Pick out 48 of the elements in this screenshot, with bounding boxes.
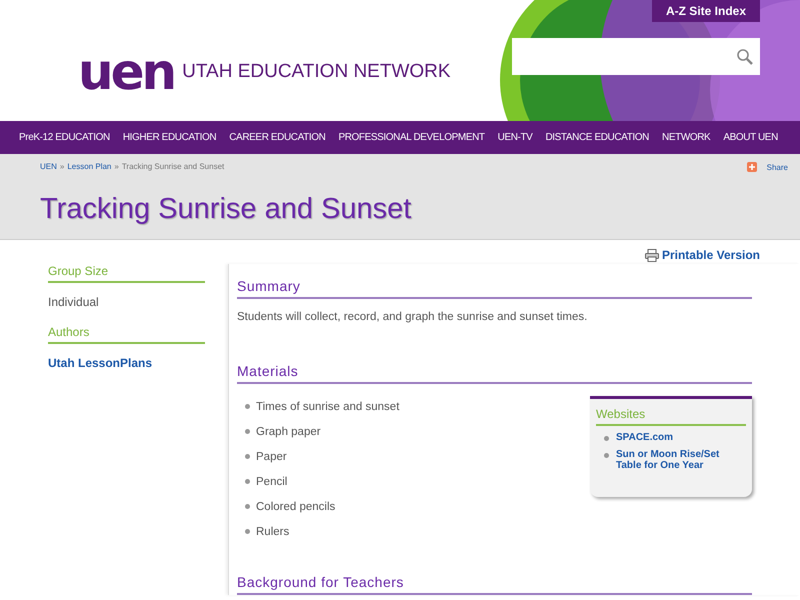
material-item: Graph paper: [256, 426, 321, 438]
bullet-icon: [604, 453, 609, 458]
sidebar-heading: Group Size: [48, 264, 205, 283]
section-heading: Background for Teachers: [237, 574, 752, 595]
nav-link[interactable]: HIGHER EDUCATION: [122, 132, 216, 143]
material-item: Paper: [256, 450, 287, 462]
breadcrumb-current: Tracking Sunrise and Sunset: [122, 162, 224, 172]
nav-link[interactable]: UEN-TV: [498, 132, 532, 143]
material-item: Pencil: [256, 476, 288, 488]
printable-version-link[interactable]: Printable Version: [644, 248, 760, 262]
material-item: Colored pencils: [256, 500, 336, 512]
bullet-icon: [245, 529, 250, 534]
nav-link[interactable]: PROFESSIONAL DEVELOPMENT: [338, 132, 485, 143]
breadcrumb-link[interactable]: UEN: [40, 162, 57, 172]
bullet-icon: [604, 436, 609, 441]
search-icon[interactable]: [736, 48, 754, 66]
summary-text: Students will collect, record, and graph the sunrise and sunset times.: [237, 311, 588, 323]
website-link[interactable]: Sun or Moon Rise/Set Table for One Year: [616, 449, 746, 471]
author-link[interactable]: Utah LessonPlans: [48, 344, 205, 384]
printer-icon: [644, 248, 659, 262]
website-link[interactable]: SPACE.com: [616, 432, 674, 443]
section-heading: Summary: [237, 278, 752, 299]
sidebar-heading: Authors: [48, 325, 205, 344]
page-title: Tracking Sunrise and Sunset: [40, 192, 412, 226]
bullet-icon: [245, 454, 250, 459]
nav-link[interactable]: NETWORK: [662, 132, 710, 143]
bullet-icon: [245, 479, 250, 484]
material-item: Rulers: [256, 526, 290, 538]
site-name: UTAH EDUCATION NETWORK: [182, 60, 451, 82]
nav-link[interactable]: CAREER EDUCATION: [229, 132, 326, 143]
breadcrumb-separator: »: [114, 162, 119, 172]
bullet-icon: [245, 404, 250, 409]
bullet-icon: [245, 429, 250, 434]
logo-mark[interactable]: uen: [78, 48, 174, 96]
share-link[interactable]: Share: [766, 162, 788, 172]
sidebar-value: Individual: [48, 294, 100, 311]
breadcrumb-separator: »: [60, 162, 64, 172]
nav-link[interactable]: PreK-12 EDUCATION: [19, 132, 110, 143]
websites-heading: Websites: [596, 407, 746, 426]
search-field[interactable]: [512, 38, 760, 75]
plus-icon[interactable]: [746, 162, 757, 172]
breadcrumb-link[interactable]: Lesson Plan: [67, 162, 112, 172]
material-item: Times of sunrise and sunset: [256, 400, 400, 412]
site-index-link[interactable]: A-Z Site Index: [652, 0, 760, 22]
nav-link[interactable]: ABOUT UEN: [723, 132, 778, 143]
bullet-icon: [245, 504, 250, 509]
nav-link[interactable]: DISTANCE EDUCATION: [545, 132, 650, 143]
section-heading: Materials: [237, 363, 752, 384]
